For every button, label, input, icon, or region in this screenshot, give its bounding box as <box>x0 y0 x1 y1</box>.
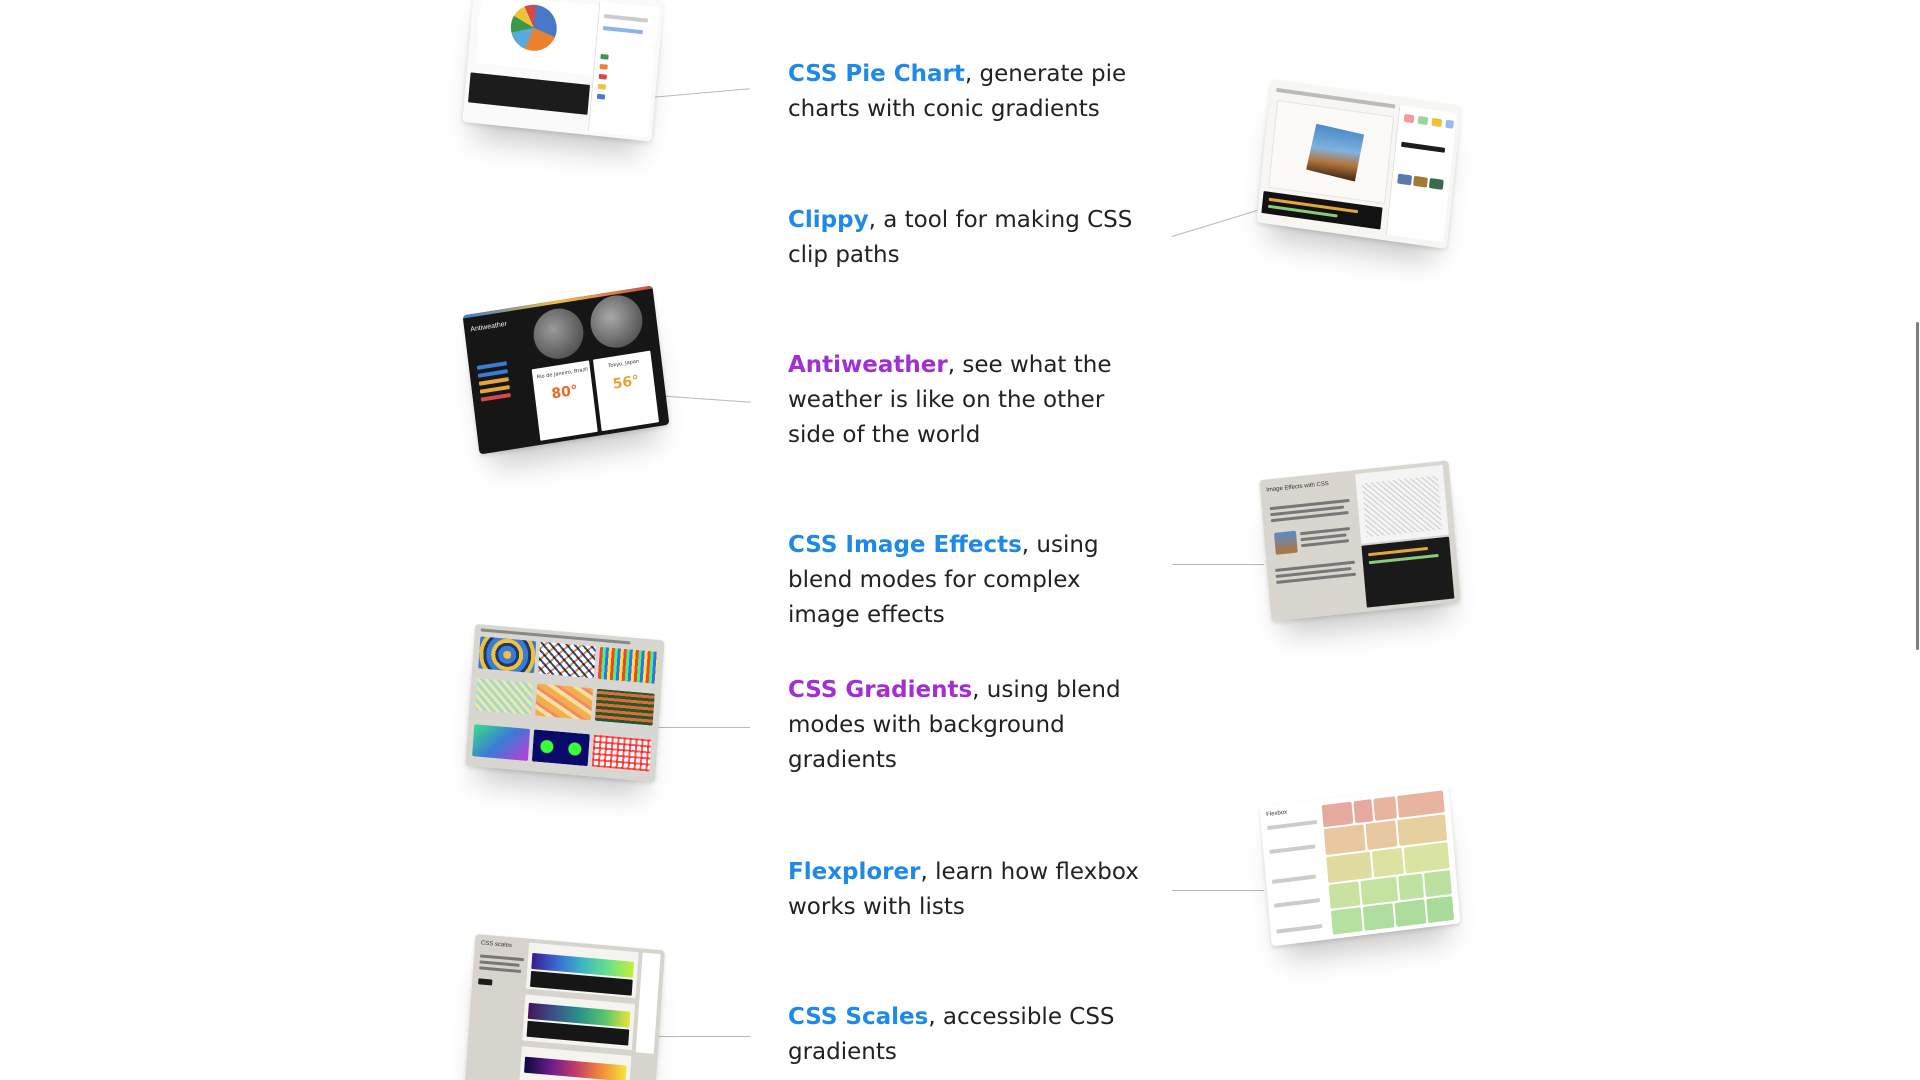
project-item-css-gradients: CSS Gradients, using blend modes with ba… <box>788 673 1148 778</box>
project-link-antiweather[interactable]: Antiweather <box>788 352 948 378</box>
thumbnail-css-gradients[interactable] <box>465 623 665 783</box>
gradient-swatch <box>475 678 534 716</box>
project-item-css-scales: CSS Scales, accessible CSS gradients <box>788 1000 1148 1070</box>
flex-item <box>1321 801 1354 828</box>
flex-item <box>1398 873 1425 901</box>
thumbnail-css-scales[interactable]: CSS scales <box>465 933 665 1080</box>
flex-item <box>1403 842 1450 874</box>
thumbnail-antiweather[interactable]: Antiweather Rio de Janeiro, Brazil 80° T… <box>462 285 670 455</box>
scrollbar-thumb[interactable] <box>1916 322 1919 650</box>
flex-item <box>1423 870 1452 898</box>
flex-item <box>1360 876 1399 905</box>
flex-item <box>1323 824 1366 856</box>
thumbnail-clippy[interactable] <box>1256 79 1462 249</box>
flex-item <box>1353 799 1374 824</box>
thumbnail-css-pie-chart[interactable] <box>462 0 664 142</box>
project-link-css-gradients[interactable]: CSS Gradients <box>788 677 972 703</box>
flex-item <box>1365 820 1398 850</box>
flex-item <box>1362 903 1395 931</box>
thumbnail-css-image-effects[interactable]: Image Effects with CSS <box>1259 460 1461 622</box>
sketch-image <box>1361 475 1443 538</box>
project-item-clippy: Clippy, a tool for making CSS clip paths <box>788 203 1148 273</box>
project-link-clippy[interactable]: Clippy <box>788 207 869 233</box>
gradient-swatch <box>594 688 655 726</box>
connector-line <box>1171 209 1261 237</box>
flex-item <box>1330 907 1363 935</box>
css-scales-title: CSS scales <box>480 940 513 950</box>
image-effects-title: Image Effects with CSS <box>1265 480 1330 494</box>
connector-line <box>1172 564 1264 565</box>
gradient-swatch <box>591 734 652 772</box>
gradient-swatch <box>537 641 597 679</box>
flex-item <box>1426 895 1455 924</box>
connector-line <box>649 88 750 98</box>
connector-line <box>654 395 751 403</box>
project-item-flexplorer: Flexplorer, learn how flexbox works with… <box>788 855 1148 925</box>
gradient-swatch <box>531 729 590 767</box>
gradient-swatch <box>472 724 531 761</box>
project-link-css-scales[interactable]: CSS Scales <box>788 1004 928 1030</box>
project-link-flexplorer[interactable]: Flexplorer <box>788 859 920 885</box>
connector-line <box>1172 890 1264 891</box>
flex-item <box>1371 847 1404 878</box>
project-link-css-image-effects[interactable]: CSS Image Effects <box>788 532 1022 558</box>
flex-item <box>1394 899 1427 927</box>
antiweather-title: Antiweather <box>469 320 508 334</box>
project-item-css-image-effects: CSS Image Effects, using blend modes for… <box>788 528 1148 633</box>
project-item-antiweather: Antiweather, see what the weather is lik… <box>788 348 1148 453</box>
flexplorer-title: Flexbox <box>1266 809 1288 819</box>
gradient-swatch <box>478 636 537 674</box>
thumbnail-flexplorer[interactable]: Flexbox <box>1259 783 1461 947</box>
flex-item <box>1397 790 1445 818</box>
gradient-swatch <box>597 646 658 684</box>
flex-item <box>1328 881 1361 909</box>
project-link-css-pie-chart[interactable]: CSS Pie Chart <box>788 61 965 87</box>
connector-line <box>650 1036 750 1037</box>
project-item-css-pie-chart: CSS Pie Chart, generate pie charts with … <box>788 57 1148 127</box>
gradient-swatch <box>535 683 594 721</box>
flex-item <box>1326 851 1373 883</box>
globe-icon <box>587 291 646 352</box>
flex-item <box>1397 814 1448 847</box>
connector-line <box>652 727 750 728</box>
globe-icon <box>530 305 587 363</box>
flex-item <box>1373 796 1398 821</box>
